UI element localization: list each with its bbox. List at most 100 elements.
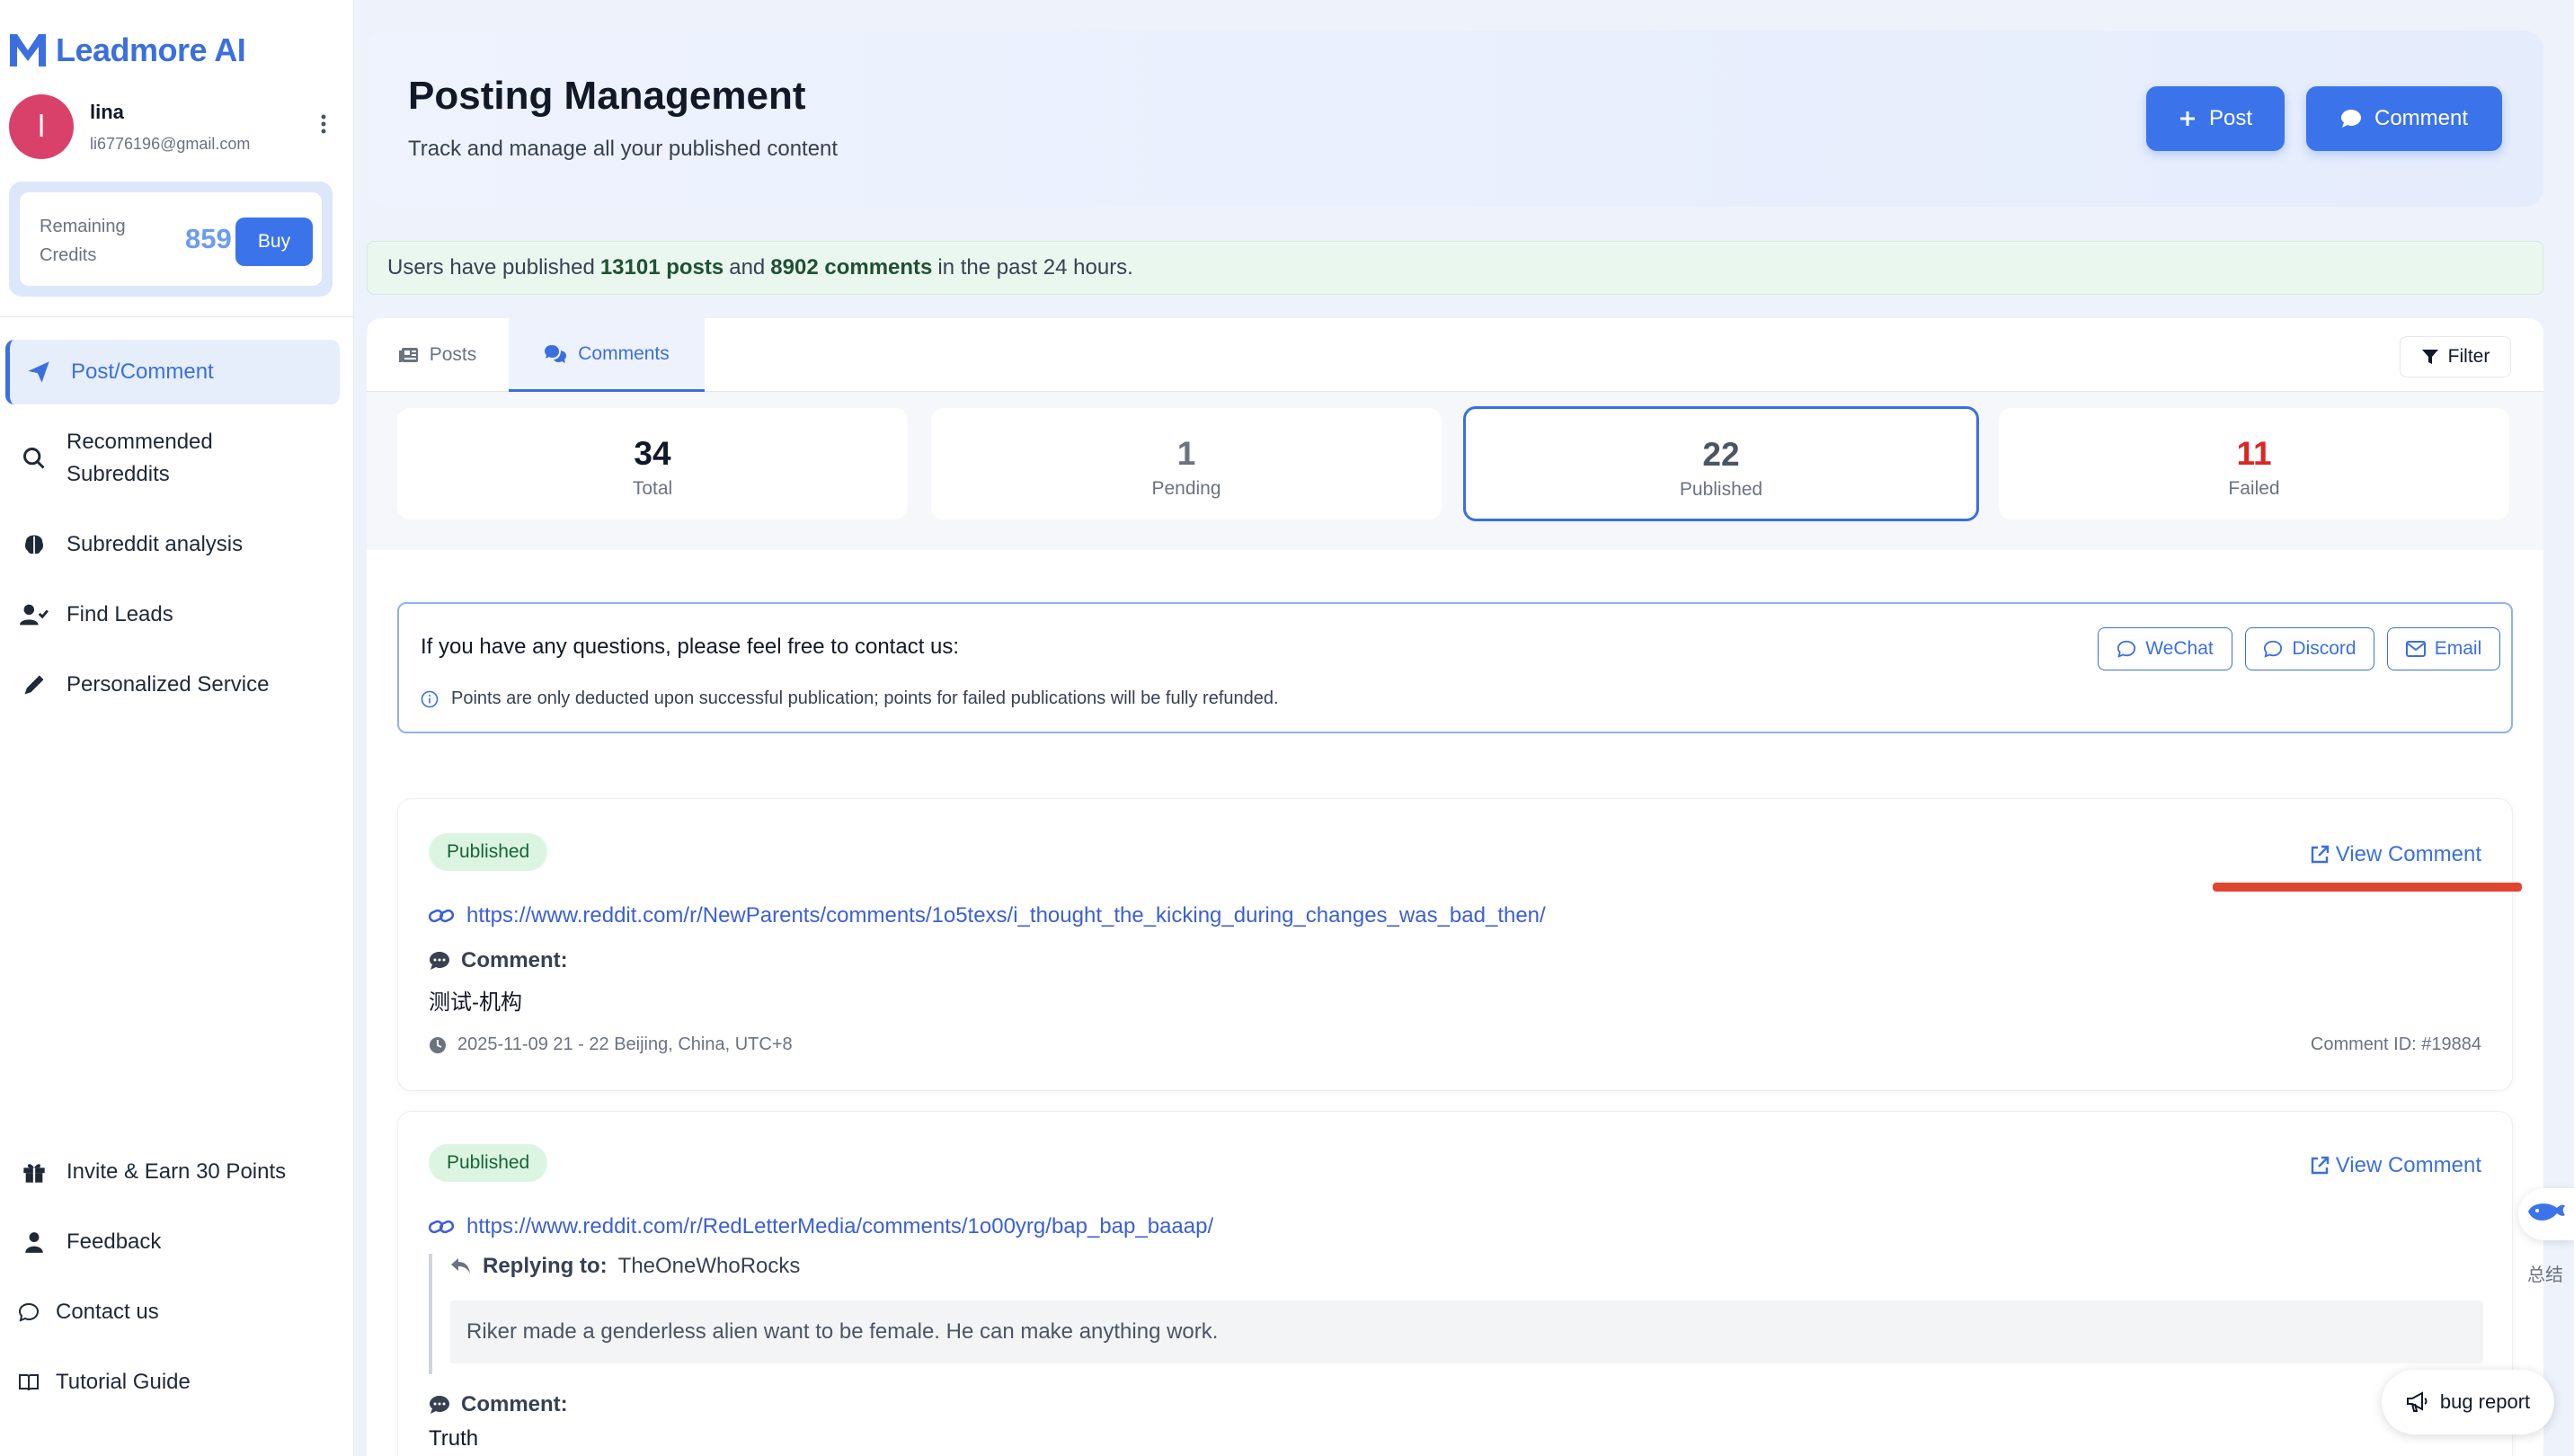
post-url[interactable]: https://www.reddit.com/r/NewParents/comm…: [429, 903, 1546, 928]
tab-bar: Posts Comments Filter: [367, 318, 2543, 392]
summary-label[interactable]: 总结: [2516, 1255, 2574, 1291]
new-post-button[interactable]: Post: [2146, 86, 2285, 151]
post-url[interactable]: https://www.reddit.com/r/RedLetterMedia/…: [429, 1214, 1213, 1239]
sidebar-divider: [0, 316, 354, 317]
assistant-widget[interactable]: [2518, 1188, 2574, 1240]
stat-value: 1: [1176, 435, 1196, 472]
sidebar-item-find-leads[interactable]: Find Leads: [5, 590, 340, 640]
status-badge: Published: [429, 833, 548, 871]
comment-card: Published View Comment https://www.reddi…: [397, 798, 2513, 1091]
status-badge: Published: [429, 1144, 548, 1182]
filter-label: Filter: [2447, 346, 2490, 367]
timestamp-text: 2025-11-09 21 - 22 Beijing, China, UTC+8: [457, 1034, 793, 1054]
app-logo[interactable]: Leadmore AI: [7, 31, 246, 70]
stat-value: 11: [2236, 435, 2272, 472]
view-comment-label: View Comment: [2335, 842, 2481, 866]
megaphone-icon: [2406, 1391, 2429, 1413]
chat-bubble-icon: [11, 1301, 47, 1323]
mail-icon: [2405, 641, 2426, 657]
sidebar-item-feedback[interactable]: Feedback: [5, 1217, 340, 1267]
sidebar-item-tutorial[interactable]: Tutorial Guide: [5, 1357, 340, 1407]
sidebar-item-subreddit-analysis[interactable]: Subreddit analysis: [5, 519, 340, 570]
contact-title: If you have any questions, please feel f…: [421, 635, 960, 659]
email-button[interactable]: Email: [2387, 627, 2500, 670]
timestamp: 2025-11-09 21 - 22 Beijing, China, UTC+8: [429, 1034, 793, 1055]
stat-value: 34: [634, 435, 671, 472]
view-comment-label: View Comment: [2335, 1153, 2481, 1177]
avatar[interactable]: l: [9, 94, 74, 159]
new-comment-button[interactable]: Comment: [2306, 86, 2502, 151]
page-header: Posting Management Track and manage all …: [367, 31, 2543, 207]
credits-label: Remaining Credits: [40, 217, 126, 265]
comment-icon: [429, 1395, 450, 1415]
stat-label: Total: [632, 478, 673, 499]
comment-card: Published View Comment https://www.reddi…: [397, 1111, 2513, 1456]
comment-label-text: Comment:: [461, 948, 568, 972]
stat-label: Published: [1679, 479, 1763, 500]
plus-icon: [2179, 110, 2197, 128]
sidebar: Leadmore AI l lina li6776196@gmail.com R…: [0, 0, 354, 1456]
banner-comments: 8902 comments: [770, 255, 933, 280]
brain-icon: [16, 532, 52, 557]
post-url-text: https://www.reddit.com/r/RedLetterMedia/…: [466, 1214, 1214, 1238]
refund-note: Points are only deducted upon successful…: [421, 688, 1279, 709]
user-tie-icon: [16, 1230, 52, 1255]
contact-box: If you have any questions, please feel f…: [397, 602, 2513, 733]
replying-label: Replying to:: [483, 1254, 608, 1278]
stat-failed[interactable]: 11 Failed: [1999, 408, 2509, 519]
sidebar-item-label: Subreddit analysis: [67, 532, 244, 556]
wechat-button[interactable]: WeChat: [2098, 627, 2232, 670]
sidebar-item-label: Find Leads: [67, 602, 173, 626]
replying-user: TheOneWhoRocks: [617, 1254, 801, 1278]
sidebar-item-post-comment[interactable]: Post/Comment: [5, 340, 340, 404]
more-options-icon[interactable]: [315, 113, 333, 140]
discord-button[interactable]: Discord: [2245, 627, 2374, 670]
page-subtitle: Track and manage all your published cont…: [408, 137, 839, 161]
link-icon: [429, 1218, 454, 1236]
info-icon: [421, 690, 439, 708]
app-name: Leadmore AI: [56, 31, 246, 68]
chat-bubble-icon: [2117, 639, 2136, 659]
sidebar-item-recommended-subreddits[interactable]: Recommended Subreddits: [5, 422, 340, 494]
user-check-icon: [16, 602, 52, 627]
stats-row: 34 Total 1 Pending 22 Published 11 Faile…: [367, 392, 2543, 550]
sidebar-item-label: Contact us: [56, 1300, 159, 1324]
book-icon: [11, 1372, 47, 1393]
bug-report-button[interactable]: bug report: [2382, 1370, 2554, 1434]
sidebar-item-contact-us[interactable]: Contact us: [5, 1287, 340, 1337]
user-profile: l lina li6776196@gmail.com: [9, 93, 345, 160]
chat-bubble-icon: [2263, 639, 2283, 659]
sidebar-item-invite[interactable]: Invite & Earn 30 Points: [5, 1147, 340, 1197]
reply-icon: [450, 1257, 472, 1275]
sidebar-item-personalized-service[interactable]: Personalized Service: [5, 660, 340, 710]
credits-panel: Remaining Credits 859 Buy: [9, 182, 333, 297]
view-comment-link[interactable]: View Comment: [2309, 837, 2481, 873]
tab-comments[interactable]: Comments: [509, 318, 705, 392]
bug-report-label: bug report: [2439, 1390, 2531, 1413]
tab-posts[interactable]: Posts: [367, 318, 509, 392]
logo-icon: [7, 31, 49, 70]
credits-value: 859: [185, 223, 232, 254]
stat-published[interactable]: 22 Published: [1463, 406, 1979, 521]
link-icon: [429, 907, 454, 925]
pen-icon: [16, 672, 52, 697]
banner-prefix: Users have published: [387, 255, 595, 280]
whale-icon: [2526, 1199, 2566, 1230]
view-comment-link[interactable]: View Comment: [2309, 1148, 2481, 1184]
comment-icon: [429, 951, 450, 971]
sidebar-item-label: Personalized Service: [67, 672, 270, 697]
stat-total[interactable]: 34 Total: [397, 408, 908, 519]
filter-button[interactable]: Filter: [2400, 336, 2511, 377]
banner-suffix: in the past 24 hours.: [937, 255, 1133, 280]
external-link-icon: [2309, 844, 2330, 866]
buy-button[interactable]: Buy: [235, 218, 313, 266]
gift-icon: [16, 1159, 52, 1185]
user-name: lina: [90, 100, 124, 123]
tab-label: Posts: [429, 344, 477, 365]
comment-label: Comment:: [429, 1392, 568, 1417]
new-post-label: Post: [2208, 106, 2253, 130]
stat-pending[interactable]: 1 Pending: [931, 408, 1442, 519]
sidebar-item-label: Invite & Earn 30 Points: [67, 1159, 287, 1184]
sidebar-item-label: Post/Comment: [71, 360, 214, 384]
sidebar-item-label: Recommended Subreddits: [67, 430, 213, 486]
